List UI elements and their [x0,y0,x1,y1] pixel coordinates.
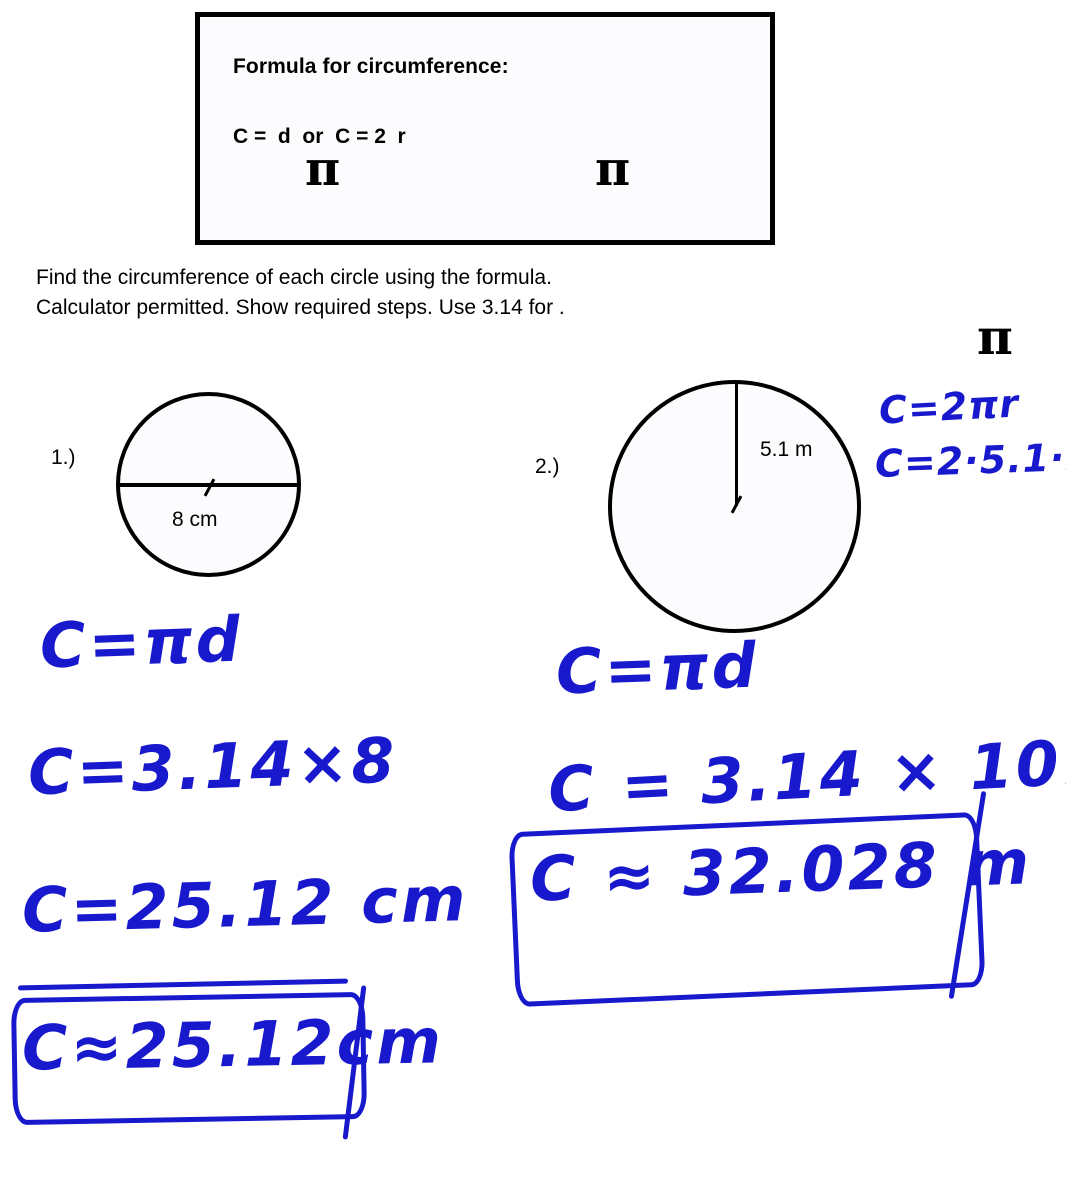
formula-box: Formula for circumference: C = d or C = … [195,12,775,245]
formula-box-title: Formula for circumference: [233,55,509,78]
problem-1-answer: C≈25.12cm [21,1004,445,1085]
problem-1-answer-underline [17,978,349,991]
instructions-line-2: Calculator permitted. Show required step… [36,296,565,319]
pi-symbol-diameter-formula: π [305,141,341,197]
worksheet-page: Formula for circumference: C = d or C = … [0,0,1066,1189]
problem-2-answer: C ≈ 32.028 m [528,825,1034,916]
problem-2-scratch-line-1: C=2πr [877,381,1021,433]
problem-1-work-line-2: C=3.14×8 [26,723,399,810]
problem-1-number: 1.) [51,446,76,469]
problem-2-work-line-1: C=πd [554,628,761,709]
instructions-line-1: Find the circumference of each circle us… [36,266,552,289]
instructions: Find the circumference of each circle us… [36,263,736,323]
problem-2-scratch-line-2: C=2·5.1·3.14 [874,431,1066,487]
pi-symbol-instructions: π [977,308,1013,366]
problem-1-work-line-3: C=25.12 cm [21,862,470,947]
problem-1-dimension-label: 8 cm [172,508,218,531]
problem-2-work-line-2: C = 3.14 × 10.2 [546,722,1066,827]
problem-2-dimension-label: 5.1 m [760,438,813,461]
problem-2-number: 2.) [535,455,560,478]
pi-symbol-radius-formula: π [595,141,631,197]
problem-2-radius-line [735,382,738,506]
problem-1-work-line-1: C=πd [38,602,245,683]
